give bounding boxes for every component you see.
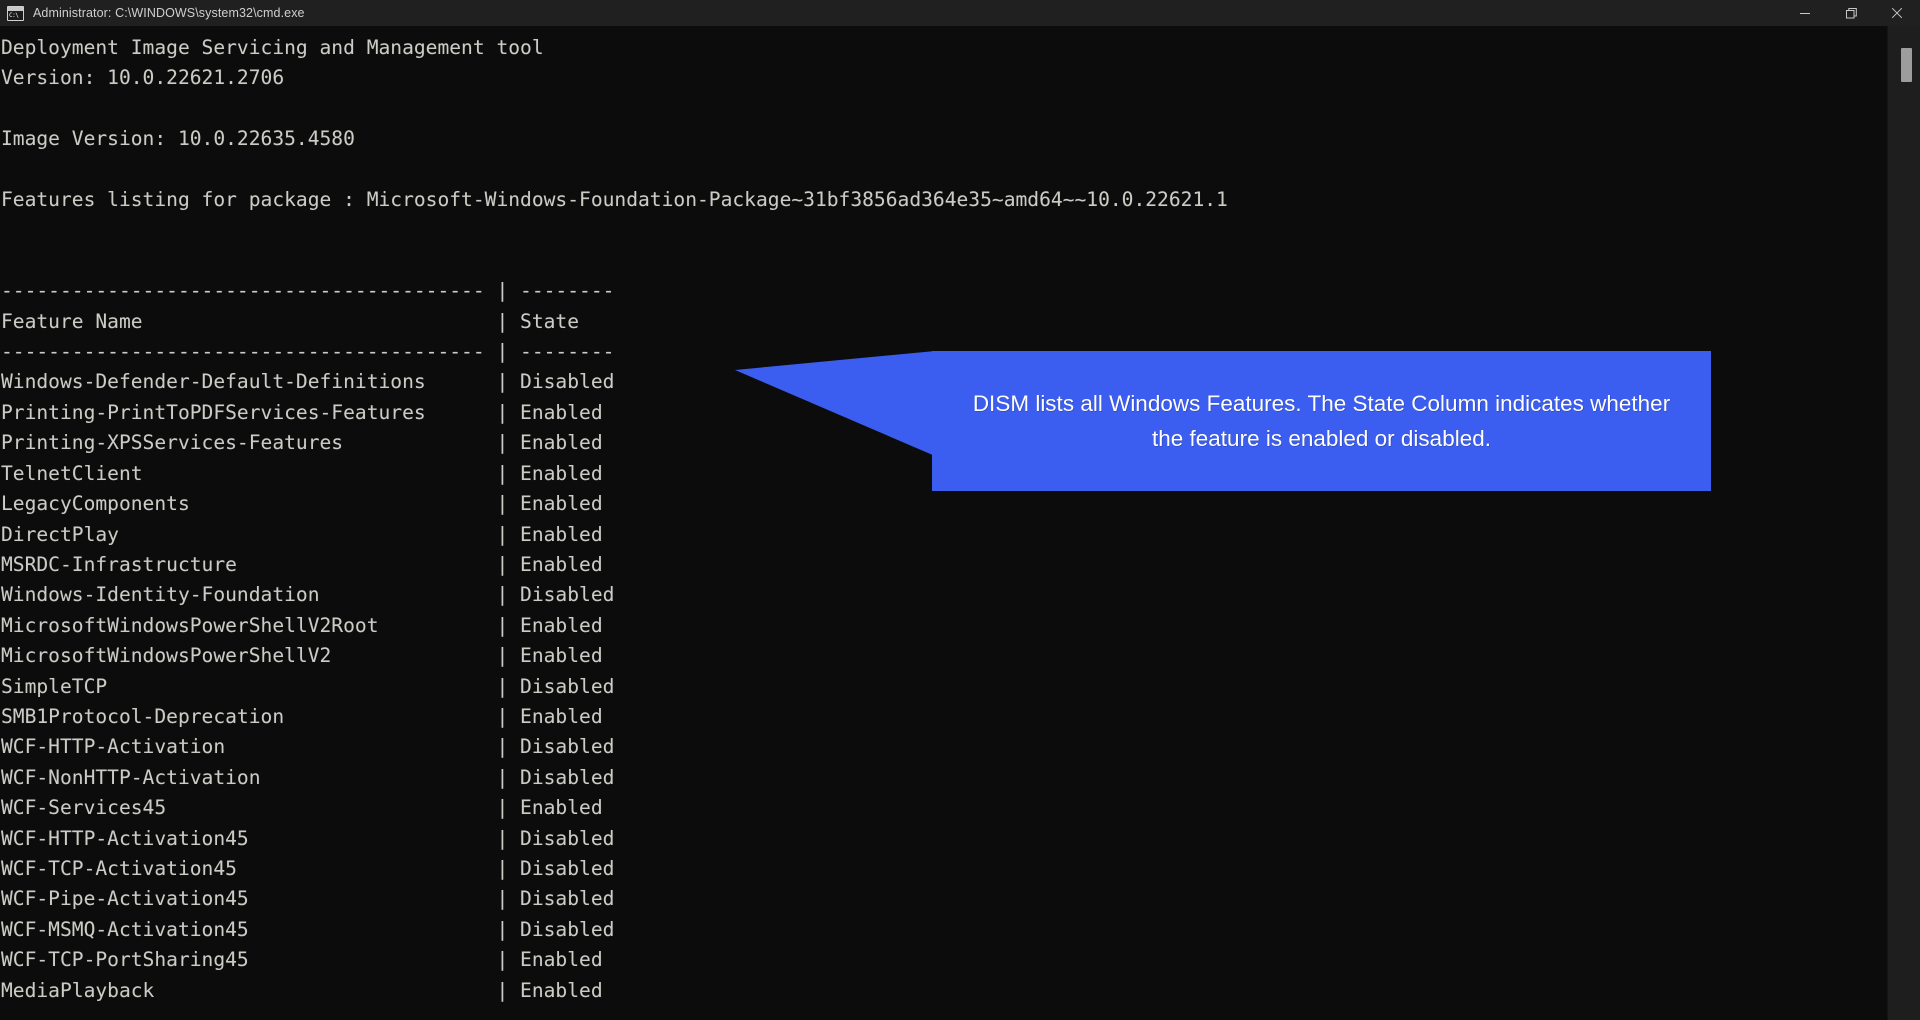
console-viewport[interactable]: Deployment Image Servicing and Managemen… <box>0 26 1887 1020</box>
console-output: Deployment Image Servicing and Managemen… <box>1 36 1228 1002</box>
callout-pointer <box>735 351 935 456</box>
vertical-scrollbar[interactable] <box>1887 26 1920 1020</box>
annotation-text: DISM lists all Windows Features. The Sta… <box>972 391 1671 451</box>
maximize-button[interactable] <box>1828 0 1874 26</box>
title-bar-left: C:\ Administrator: C:\WINDOWS\system32\c… <box>0 5 1782 21</box>
window-controls <box>1782 0 1920 26</box>
minimize-button[interactable] <box>1782 0 1828 26</box>
cmd-icon-glyph: C:\ <box>8 10 23 20</box>
cmd-app-icon: C:\ <box>7 5 24 21</box>
console-inner: Deployment Image Servicing and Managemen… <box>0 26 1887 1020</box>
window-title: Administrator: C:\WINDOWS\system32\cmd.e… <box>33 6 305 20</box>
terminal-area: Deployment Image Servicing and Managemen… <box>0 26 1920 1020</box>
annotation-callout: DISM lists all Windows Features. The Sta… <box>932 351 1711 491</box>
title-bar[interactable]: C:\ Administrator: C:\WINDOWS\system32\c… <box>0 0 1920 26</box>
scrollbar-thumb[interactable] <box>1901 48 1912 82</box>
close-button[interactable] <box>1874 0 1920 26</box>
restore-icon <box>1845 7 1857 18</box>
cmd-window: C:\ Administrator: C:\WINDOWS\system32\c… <box>0 0 1920 1020</box>
minimize-icon <box>1800 13 1810 14</box>
close-icon <box>1891 7 1903 19</box>
